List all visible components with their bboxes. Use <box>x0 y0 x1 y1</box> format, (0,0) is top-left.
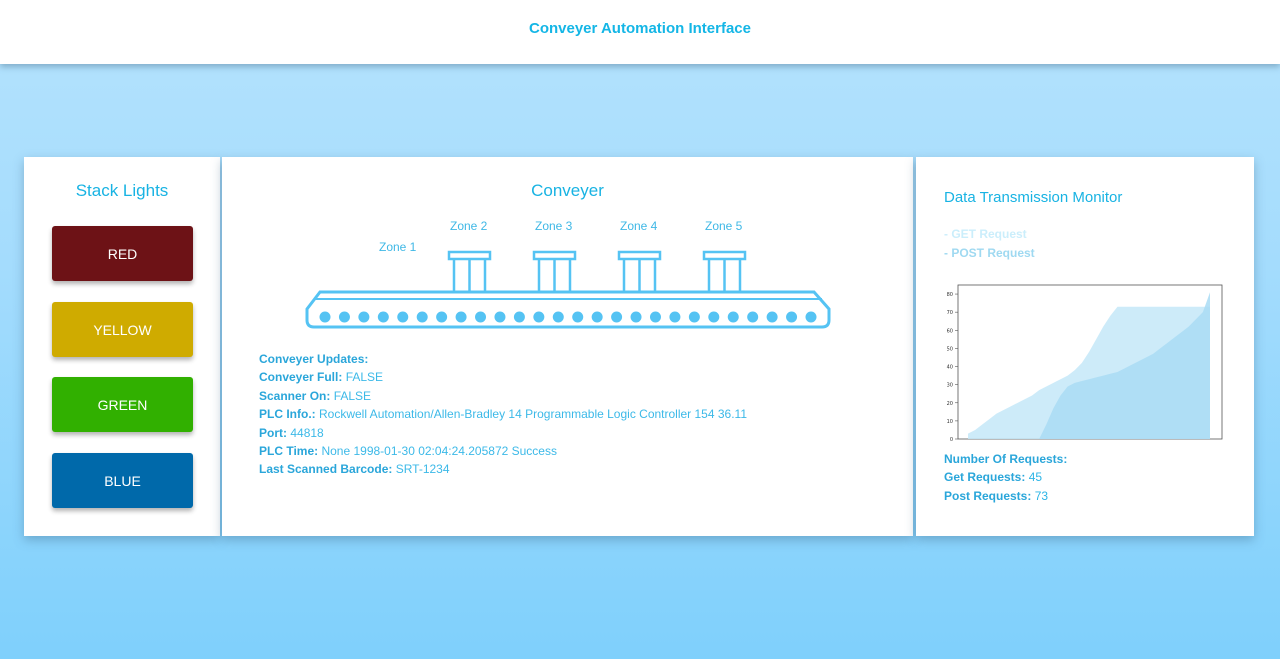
get-requests-label: Get Requests: <box>944 470 1026 485</box>
zone-5-box <box>702 250 747 291</box>
roller <box>649 311 661 323</box>
zone-4-box <box>617 250 662 291</box>
roller <box>475 311 487 323</box>
plc-info-value: Rockwell Automation/Allen-Bradley 14 Pro… <box>319 407 748 422</box>
roller <box>494 311 506 323</box>
requests-heading: Number Of Requests: <box>944 452 1068 466</box>
header-bar: Conveyer Automation Interface <box>0 0 1280 64</box>
roller <box>319 311 331 323</box>
blue-light-button[interactable]: BLUE <box>52 453 193 508</box>
port-label: Port: <box>259 425 287 440</box>
zone-3-box <box>532 250 577 291</box>
roller <box>766 311 778 323</box>
roller <box>708 311 720 323</box>
port-value: 44818 <box>290 425 324 440</box>
post-requests-label: Post Requests: <box>944 488 1032 503</box>
roller <box>611 311 623 323</box>
requests-chart-svg: 0 10 20 30 40 50 60 70 80 <box>947 284 1223 443</box>
stack-lights-title: Stack Lights <box>75 181 169 200</box>
legend-post: - POST Request <box>944 246 1035 260</box>
plc-time-label: PLC Time: <box>259 444 319 459</box>
roller <box>747 311 759 323</box>
roller <box>416 311 428 323</box>
barcode-label: Last Scanned Barcode: <box>259 462 393 477</box>
roller <box>805 311 817 323</box>
y-tick-label: 80 <box>947 292 953 298</box>
conveyer-updates: Conveyer Updates: Conveyer Full: FALSE S… <box>259 350 747 479</box>
roller <box>688 311 700 323</box>
roller <box>513 311 525 323</box>
conveyer-panel: Conveyer Zone 1 Zone 2 Zone 3 Zone 4 Zon… <box>222 157 913 536</box>
red-light-button[interactable]: RED <box>52 226 193 281</box>
data-monitor-title: Data Transmission Monitor <box>944 189 1123 206</box>
roller <box>630 311 642 323</box>
roller <box>455 311 467 323</box>
yellow-light-button[interactable]: YELLOW <box>52 302 193 357</box>
legend-get: - GET Request <box>944 227 1027 241</box>
roller <box>552 311 564 323</box>
scanner-on-value: FALSE <box>333 388 372 403</box>
roller <box>338 311 350 323</box>
updates-heading: Conveyer Updates: <box>259 352 369 366</box>
plc-info-label: PLC Info.: <box>259 407 316 422</box>
request-counts: Number Of Requests: Get Requests: 45 Pos… <box>944 450 1067 505</box>
y-tick-label: 40 <box>947 365 953 371</box>
roller <box>591 311 603 323</box>
y-tick-label: 0 <box>950 437 953 443</box>
y-tick-label: 20 <box>947 401 953 407</box>
requests-chart: 0 10 20 30 40 50 60 70 80 <box>944 283 1224 445</box>
roller <box>669 311 681 323</box>
page-title: Conveyer Automation Interface <box>529 19 751 37</box>
conveyer-diagram <box>305 250 831 329</box>
scanner-on-label: Scanner On: <box>259 388 331 403</box>
data-monitor-panel: Data Transmission Monitor - GET Request … <box>916 157 1254 536</box>
roller <box>397 311 409 323</box>
y-tick-label: 70 <box>947 310 953 316</box>
post-requests-value: 73 <box>1034 488 1049 503</box>
y-tick-label: 60 <box>947 328 953 334</box>
y-tick-label: 30 <box>947 383 953 389</box>
roller <box>358 311 370 323</box>
get-requests-value: 45 <box>1028 470 1043 485</box>
conveyer-full-label: Conveyer Full: <box>259 370 343 385</box>
roller <box>727 311 739 323</box>
roller <box>533 311 545 323</box>
plc-time-value: None 1998-01-30 02:04:24.205872 Success <box>321 444 557 459</box>
roller <box>436 311 448 323</box>
stack-lights-panel: Stack Lights RED YELLOW GREEN BLUE <box>24 157 220 536</box>
conveyer-rollers <box>319 311 817 323</box>
chart-legend: - GET Request - POST Request <box>944 225 1035 263</box>
y-tick-label: 50 <box>947 346 953 352</box>
roller <box>377 311 389 323</box>
barcode-value: SRT-1234 <box>395 462 450 477</box>
roller <box>572 311 584 323</box>
y-tick-label: 10 <box>947 419 953 425</box>
green-light-button[interactable]: GREEN <box>52 377 193 432</box>
zone-2-box <box>447 250 492 291</box>
roller <box>786 311 798 323</box>
conveyer-full-value: FALSE <box>345 370 384 385</box>
